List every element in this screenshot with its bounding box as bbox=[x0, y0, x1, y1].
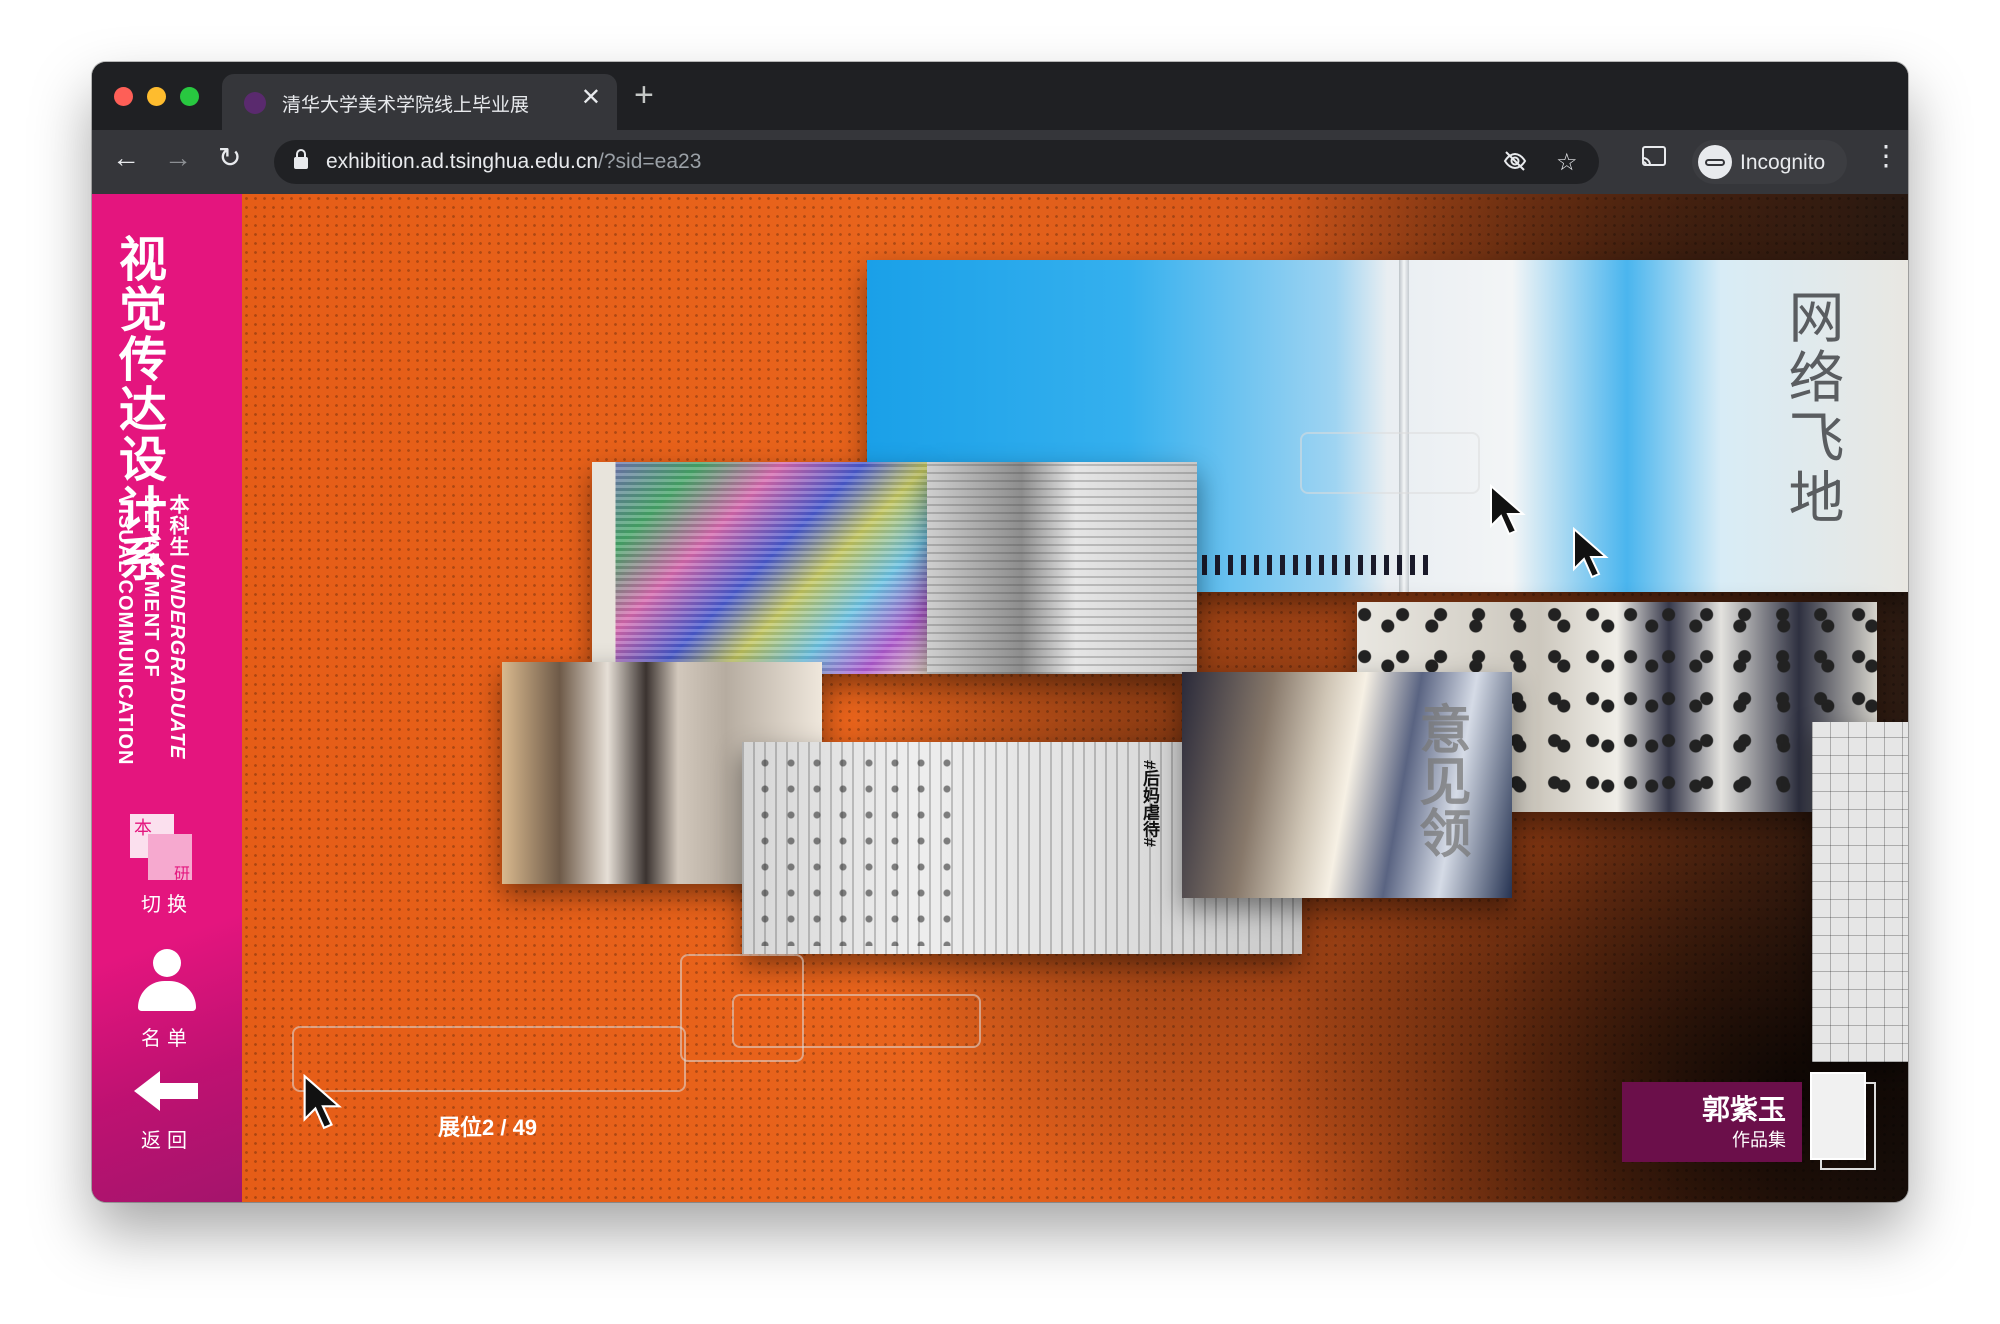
incognito-icon bbox=[1698, 145, 1732, 179]
artwork-glitch-spread[interactable] bbox=[592, 462, 927, 674]
portfolio-thumb[interactable] bbox=[1810, 1072, 1866, 1160]
exhibit-canvas[interactable]: 网络飞地 #后妈虐待# 意见领 展位2 / 49 郭紫玉 作品集 bbox=[242, 194, 1908, 1202]
tab-close-icon[interactable]: ✕ bbox=[581, 86, 601, 110]
kebab-menu-icon[interactable]: ⋮ bbox=[1872, 142, 1900, 170]
person-body bbox=[138, 981, 196, 1011]
sidebar: 视觉传达设计系 本科生 UNDERGRADUATE DEPARTMENT OF … bbox=[92, 194, 242, 1202]
new-tab-button[interactable]: + bbox=[634, 78, 654, 112]
artwork-title-vertical: 网络飞地 bbox=[1781, 288, 1844, 528]
browser-tab[interactable]: 清华大学美术学院线上毕业展 ✕ bbox=[222, 74, 617, 130]
back-button-label[interactable]: 返回 bbox=[92, 1124, 242, 1153]
back-arrow-icon[interactable]: ← bbox=[112, 144, 140, 172]
artwork-gray-spread[interactable] bbox=[927, 462, 1197, 674]
minimize-window-button[interactable] bbox=[147, 87, 166, 106]
person-head bbox=[153, 949, 181, 977]
author-portfolio-label: 作品集 bbox=[1732, 1130, 1786, 1150]
department-title-en: 本科生 UNDERGRADUATE DEPARTMENT OF VISUAL C… bbox=[112, 494, 190, 765]
browser-window: 清华大学美术学院线上毕业展 ✕ + ← → ↻ exhibition.ad.ts… bbox=[92, 62, 1908, 1202]
url-text[interactable]: exhibition.ad.tsinghua.edu.cn/?sid=ea23 bbox=[326, 150, 701, 174]
artwork-opinion-title: 意见领 bbox=[1411, 702, 1469, 858]
author-card[interactable]: 郭紫玉 作品集 bbox=[1622, 1082, 1802, 1162]
window-outline-graphic bbox=[680, 954, 804, 1062]
list-button-label[interactable]: 名单 bbox=[92, 1022, 242, 1051]
eye-slash-icon[interactable] bbox=[1502, 148, 1528, 181]
artwork-opinion-spread[interactable]: 意见领 bbox=[1182, 672, 1512, 898]
switch-button-label[interactable]: 切换 bbox=[92, 888, 242, 917]
cast-icon[interactable] bbox=[1640, 144, 1668, 174]
incognito-label: Incognito bbox=[1740, 151, 1826, 174]
incognito-profile-button[interactable]: Incognito bbox=[1692, 140, 1847, 184]
runner-silhouettes bbox=[1202, 555, 1432, 575]
level-cn: 本科生 bbox=[166, 494, 188, 557]
window-outline-graphic bbox=[1300, 432, 1480, 494]
address-bar[interactable]: exhibition.ad.tsinghua.edu.cn/?sid=ea23 … bbox=[274, 140, 1599, 184]
star-icon[interactable]: ☆ bbox=[1556, 148, 1578, 177]
switch-level-icon[interactable]: 本 研 bbox=[130, 814, 192, 883]
author-name: 郭紫玉 bbox=[1701, 1094, 1786, 1125]
favicon-icon bbox=[244, 92, 266, 114]
dept-en-line1: DEPARTMENT OF bbox=[140, 494, 162, 678]
back-arrow-icon[interactable] bbox=[130, 1069, 204, 1113]
maximize-window-button[interactable] bbox=[180, 87, 199, 106]
level-en: UNDERGRADUATE bbox=[166, 563, 188, 760]
page-content: 视觉传达设计系 本科生 UNDERGRADUATE DEPARTMENT OF … bbox=[92, 194, 1908, 1202]
url-host: exhibition.ad.tsinghua.edu.cn bbox=[326, 150, 599, 173]
artwork-hashtag-title: #后妈虐待# bbox=[1140, 760, 1159, 847]
forward-arrow-icon[interactable]: → bbox=[164, 144, 192, 172]
switch-label-grad: 研 bbox=[174, 866, 191, 883]
window-outline-graphic bbox=[292, 1026, 686, 1092]
tab-title: 清华大学美术学院线上毕业展 bbox=[282, 95, 530, 116]
reload-icon[interactable]: ↻ bbox=[218, 144, 241, 172]
close-window-button[interactable] bbox=[114, 87, 133, 106]
booth-counter: 展位2 / 49 bbox=[438, 1115, 538, 1140]
person-icon[interactable] bbox=[134, 949, 200, 1015]
book-spine bbox=[1399, 260, 1409, 592]
dept-en-line2: VISUAL COMMUNICATION bbox=[114, 494, 136, 766]
browser-toolbar: ← → ↻ exhibition.ad.tsinghua.edu.cn/?sid… bbox=[92, 130, 1908, 194]
lock-icon bbox=[294, 149, 308, 169]
url-path: /?sid=ea23 bbox=[598, 150, 702, 173]
artwork-grid-spread[interactable] bbox=[1812, 722, 1908, 1062]
title-bar: 清华大学美术学院线上毕业展 ✕ + bbox=[92, 62, 1908, 130]
switch-label-undergrad: 本 bbox=[134, 818, 152, 838]
